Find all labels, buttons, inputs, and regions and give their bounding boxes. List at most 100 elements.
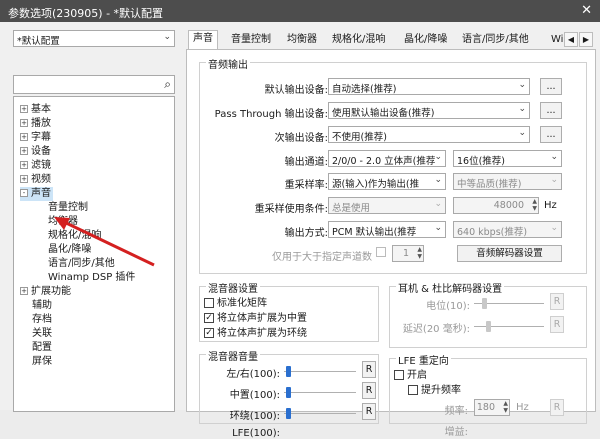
audio-decoder-settings-button[interactable]: 音频解码器设置 xyxy=(457,245,562,262)
secondary-device-more-button[interactable]: ... xyxy=(540,126,562,143)
bitrate-select[interactable]: 640 kbps(推荐) ⌄ xyxy=(453,221,562,238)
frequency-reset-button[interactable]: R xyxy=(550,399,564,416)
group-title: 音频输出 xyxy=(206,56,250,71)
passthrough-select[interactable]: 使用默认输出设备(推荐) ⌄ xyxy=(328,102,530,119)
stepper-arrows-icon[interactable]: ▲ ▼ xyxy=(503,400,508,414)
delay-reset-button[interactable]: R xyxy=(550,316,564,333)
tab-normalize[interactable]: 规格化/混响 xyxy=(328,32,389,49)
chevron-down-icon: ⌄ xyxy=(434,199,442,209)
group-title: 混音器设置 xyxy=(206,280,260,295)
tab-scroll-right-icon[interactable]: ▶ xyxy=(579,32,593,47)
chevron-down-icon: ⌄ xyxy=(434,175,442,185)
lfe-redirect-group: LFE 重定向 开启 提升频率 频率: 180 ▲ ▼ Hz R 增益: xyxy=(389,352,587,438)
tree-filter-input[interactable]: ⌕ xyxy=(13,75,175,94)
stereo-to-surround-checkbox[interactable]: ✓ 将立体声扩展为环绕 xyxy=(204,324,307,339)
level-label: 电位(10): xyxy=(426,301,470,312)
delay-slider-thumb[interactable] xyxy=(486,321,491,332)
window-title: 参数选项(230905) - *默认配置 xyxy=(8,7,164,20)
close-icon[interactable]: ✕ xyxy=(581,3,592,18)
hz-unit: Hz xyxy=(544,200,557,211)
settings-tree: +基本 +播放 +字幕 +设备 +滤镜 +视频 -声音 音量控制 均衡器 规格化… xyxy=(13,96,175,412)
chevron-down-icon: ⌄ xyxy=(434,152,442,162)
level-slider-thumb[interactable] xyxy=(482,298,487,309)
surround-reset-button[interactable]: R xyxy=(362,403,376,420)
group-title: LFE 重定向 xyxy=(396,352,451,367)
surround-slider-track[interactable] xyxy=(284,413,356,414)
tab-strip: 声音 音量控制 均衡器 规格化/混响 晶化/降噪 语言/同步/其他 Wi ◀ ▶ xyxy=(186,30,596,50)
level-reset-button[interactable]: R xyxy=(550,293,564,310)
tab-language-sync[interactable]: 语言/同步/其他 xyxy=(458,32,533,49)
left-right-reset-button[interactable]: R xyxy=(362,361,376,378)
only-above-channels-label: 仅用于大于指定声道数 xyxy=(272,252,372,263)
resample-condition-select[interactable]: 总是使用 ⌄ xyxy=(328,197,446,214)
stepper-arrows-icon[interactable]: ▲ ▼ xyxy=(417,246,422,260)
annotation-arrow xyxy=(54,217,155,267)
center-reset-button[interactable]: R xyxy=(362,382,376,399)
stereo-to-center-checkbox[interactable]: ✓ 将立体声扩展为中置 xyxy=(204,309,307,324)
checkbox-box xyxy=(204,298,214,308)
only-above-channels-checkbox[interactable] xyxy=(376,247,389,258)
sample-rate-stepper[interactable]: 48000 ▲ ▼ xyxy=(453,197,539,214)
stepper-arrows-icon[interactable]: ▲ ▼ xyxy=(532,198,537,212)
delay-label: 延迟(20 毫秒): xyxy=(402,324,470,335)
default-device-label: 默认输出设备: xyxy=(264,85,328,96)
profile-value: *默认配置 xyxy=(17,36,60,47)
chevron-down-icon: ⌄ xyxy=(434,223,442,233)
left-right-slider-track[interactable] xyxy=(284,371,356,372)
tab-scroll-left-icon[interactable]: ◀ xyxy=(564,32,578,47)
sound-page: 音频输出 默认输出设备: 自动选择(推荐) ⌄ ... Pass Through… xyxy=(186,50,596,439)
lfe-enable-checkbox[interactable]: 开启 xyxy=(394,366,427,381)
frequency-stepper[interactable]: 180 ▲ ▼ xyxy=(474,399,510,416)
resample-quality-select[interactable]: 中等品质(推荐) ⌄ xyxy=(453,173,562,190)
center-volume-label: 中置(100): xyxy=(229,390,280,401)
chevron-down-icon: ⌄ xyxy=(518,80,526,90)
resample-select[interactable]: 源(输入)作为输出(推 ⌄ xyxy=(328,173,446,190)
tab-sound[interactable]: 声音 xyxy=(188,30,218,49)
center-slider-track[interactable] xyxy=(284,392,356,393)
checkbox-box xyxy=(394,370,404,380)
channels-label: 输出通道: xyxy=(284,157,328,168)
tab-equalizer[interactable]: 均衡器 xyxy=(283,32,321,49)
chevron-down-icon: ⌄ xyxy=(518,104,526,114)
passthrough-more-button[interactable]: ... xyxy=(540,102,562,119)
tab-crystal[interactable]: 晶化/降噪 xyxy=(400,32,451,49)
boost-frequency-checkbox[interactable]: 提升频率 xyxy=(408,381,461,396)
frequency-unit: Hz xyxy=(516,402,529,413)
gain-label: 增益: xyxy=(444,427,468,438)
surround-volume-label: 环绕(100): xyxy=(229,411,280,422)
left-right-slider-thumb[interactable] xyxy=(286,366,291,377)
default-device-select[interactable]: 自动选择(推荐) ⌄ xyxy=(328,78,530,95)
chevron-down-icon: ⌄ xyxy=(163,32,171,42)
profile-select[interactable]: *默认配置 ⌄ xyxy=(13,30,175,47)
group-title: 混音器音量 xyxy=(206,348,260,363)
lfe-volume-label: LFE(100): xyxy=(232,428,280,439)
channels-select[interactable]: 2/0/0 - 2.0 立体声(推荐 ⌄ xyxy=(328,150,446,167)
checkbox-box xyxy=(408,385,418,395)
mixer-volume-group: 混音器音量 左/右(100): R 中置(100): R 环绕(100): R … xyxy=(199,348,379,439)
resample-label: 重采样率: xyxy=(284,180,328,191)
left-right-volume-label: 左/右(100): xyxy=(226,369,280,380)
audio-output-group: 音频输出 默认输出设备: 自动选择(推荐) ⌄ ... Pass Through… xyxy=(199,56,587,274)
group-title: 耳机 & 杜比解码器设置 xyxy=(396,280,505,295)
output-mode-select[interactable]: PCM 默认输出(推荐 ⌄ xyxy=(328,221,446,238)
headphone-dolby-group: 耳机 & 杜比解码器设置 电位(10): R 延迟(20 毫秒): R xyxy=(389,280,587,348)
checkmark-icon: ✓ xyxy=(204,328,214,338)
dialog-client: *默认配置 ⌄ ⌕ + 基本 + 播放 + 字幕 + 设备 + 滤镜 + 视频 - 声音 音量… xyxy=(0,22,600,439)
channel-count-stepper[interactable]: 1 ▲ ▼ xyxy=(392,245,424,262)
secondary-device-select[interactable]: 不使用(推荐) ⌄ xyxy=(328,126,530,143)
checkmark-icon: ✓ xyxy=(204,313,214,323)
chevron-down-icon: ⌄ xyxy=(550,175,558,185)
resample-condition-label: 重采样使用条件: xyxy=(254,204,328,215)
normalize-matrix-checkbox[interactable]: 标准化矩阵 xyxy=(204,294,267,309)
bit-depth-select[interactable]: 16位(推荐) ⌄ xyxy=(453,150,562,167)
passthrough-label: Pass Through 输出设备: xyxy=(214,109,328,120)
tab-volume-control[interactable]: 音量控制 xyxy=(227,32,275,49)
center-slider-thumb[interactable] xyxy=(286,387,291,398)
chevron-down-icon: ⌄ xyxy=(550,223,558,233)
secondary-device-label: 次输出设备: xyxy=(274,133,328,144)
chevron-down-icon: ⌄ xyxy=(518,128,526,138)
mixer-settings-group: 混音器设置 标准化矩阵 ✓ 将立体声扩展为中置 ✓ 将立体声扩展为环绕 xyxy=(199,280,379,342)
default-device-more-button[interactable]: ... xyxy=(540,78,562,95)
delay-slider-track[interactable] xyxy=(474,326,544,327)
search-icon[interactable]: ⌕ xyxy=(164,77,171,92)
